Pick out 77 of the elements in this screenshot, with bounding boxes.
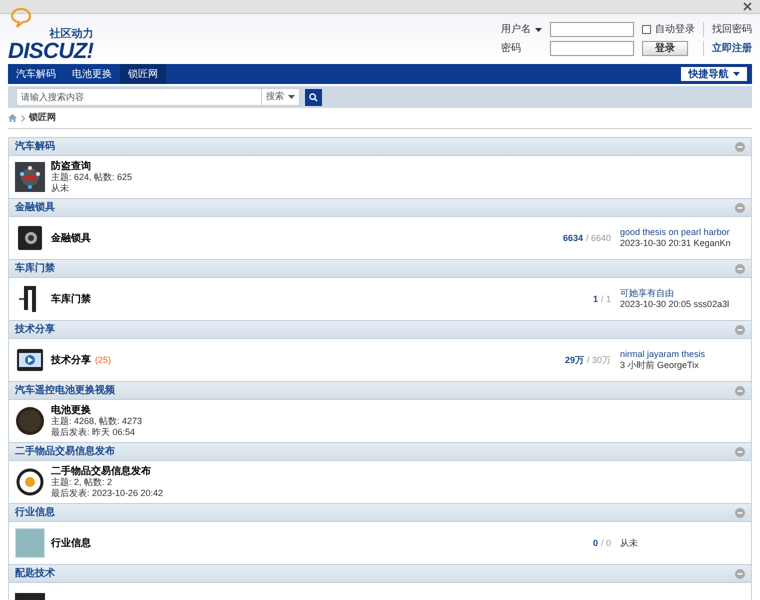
collapse-icon[interactable] [735, 264, 745, 274]
search-scope-select[interactable]: 搜索 [261, 89, 299, 105]
forum-stat-line: 最后发表: 2023-10-26 20:42 [51, 488, 164, 498]
breadcrumb-current[interactable]: 锁匠网 [29, 111, 56, 125]
thread-count: 29万 [564, 354, 584, 364]
post-count: / 30万 [586, 354, 611, 364]
post-count: / 1 [600, 294, 611, 304]
forum-name[interactable]: 电池更换 [51, 404, 91, 416]
search-field[interactable]: 请输入搜索内容 搜索 [16, 88, 300, 106]
home-icon[interactable] [8, 114, 17, 122]
category-title[interactable]: 金融锁具 [15, 200, 55, 215]
last-post-info: 从未 [620, 538, 639, 548]
safe-icon [15, 223, 45, 253]
speech-bubble-logo-icon [10, 6, 32, 28]
last-post-info: 2023-10-30 20:05 sss02a3l [620, 299, 730, 310]
coin-battery-icon [15, 406, 45, 436]
forum-name[interactable]: 防盗查询 [51, 160, 91, 172]
logo-tagline: 社区动力 [49, 28, 94, 40]
chevron-right-icon [21, 114, 25, 122]
password-field[interactable] [550, 41, 634, 56]
category-title[interactable]: 技术分享 [15, 322, 55, 337]
post-count: / 6640 [586, 232, 611, 242]
new-post-count: (25) [95, 354, 112, 366]
quick-nav-button[interactable]: 快捷导航 [681, 67, 747, 81]
nav-tab[interactable]: 电池更换 [64, 64, 120, 84]
nav-tab[interactable]: 汽车解码 [8, 64, 64, 84]
forum-stat-line: 主题: 4268, 帖数: 4273 [51, 416, 144, 426]
forum-name[interactable]: 车库门禁 [51, 294, 91, 304]
forum-stat-line: 最后发表: 昨天 06:54 [51, 426, 136, 438]
caret-icon [732, 72, 740, 76]
last-post-info: 3 小时前 GeorgeTix [620, 360, 700, 371]
username-label[interactable]: 用户名 [501, 22, 542, 37]
forum-name[interactable]: 技术分享 [51, 354, 91, 366]
thread-count: 0 [592, 538, 598, 548]
collapse-icon[interactable] [735, 568, 745, 578]
forum-name[interactable]: 金融锁具 [51, 232, 91, 244]
password-label: 密码 [501, 42, 522, 56]
search-button[interactable] [305, 88, 322, 106]
collapse-icon[interactable] [735, 202, 745, 212]
collapse-icon[interactable] [735, 386, 745, 396]
forum-stat-line: 从未 [51, 182, 70, 194]
search-icon [309, 92, 318, 102]
collapse-icon[interactable] [735, 446, 745, 456]
category-title[interactable]: 二手物品交易信息发布 [15, 444, 115, 459]
thread-count: 6634 [562, 232, 583, 242]
category-title[interactable]: 车库门禁 [15, 261, 55, 276]
caret-icon [535, 28, 542, 32]
category-title[interactable]: 汽车解码 [15, 139, 55, 154]
category-title[interactable]: 配匙技术 [15, 566, 55, 581]
thread-count: 1 [592, 294, 598, 304]
forum-name[interactable]: 行业信息 [51, 538, 91, 548]
category-title[interactable]: 行业信息 [15, 505, 55, 520]
post-count: / 0 [600, 538, 611, 548]
collapse-icon[interactable] [735, 142, 745, 152]
remember-label: 自动登录 [655, 23, 695, 37]
last-post-link[interactable]: good thesis on pearl harbor [620, 227, 745, 238]
caret-icon [288, 95, 295, 99]
forgot-password-link[interactable]: 找回密码 [703, 22, 752, 37]
login-button[interactable]: 登录 [642, 41, 688, 56]
last-post-link[interactable]: nirmal jayaram thesis [620, 349, 745, 360]
car-key-panel-icon [15, 162, 45, 192]
close-icon[interactable] [743, 2, 752, 11]
collapse-icon[interactable] [735, 324, 745, 334]
last-post-link[interactable]: 可她享有自由 [620, 288, 745, 299]
photo-placeholder [15, 528, 45, 558]
nav-tab[interactable]: 锁匠网 [120, 64, 166, 84]
category-title[interactable]: 汽车遥控电池更换视频 [15, 383, 115, 398]
username-field[interactable] [550, 22, 634, 37]
forum-stat-line: 主题: 624, 帖数: 625 [51, 172, 134, 182]
last-post-info: 2023-10-30 20:31 KeganKn [620, 238, 732, 249]
forum-name[interactable]: 二手物品交易信息发布 [51, 466, 151, 476]
logo-wordmark: DISCUZ! [8, 40, 94, 62]
register-link[interactable]: 立即注册 [703, 41, 752, 56]
remember-checkbox[interactable] [642, 25, 651, 34]
collapse-icon[interactable] [735, 508, 745, 518]
forum-stat-line: 主题: 2, 帖数: 2 [51, 476, 114, 488]
exchange-cycle-icon [15, 467, 45, 497]
